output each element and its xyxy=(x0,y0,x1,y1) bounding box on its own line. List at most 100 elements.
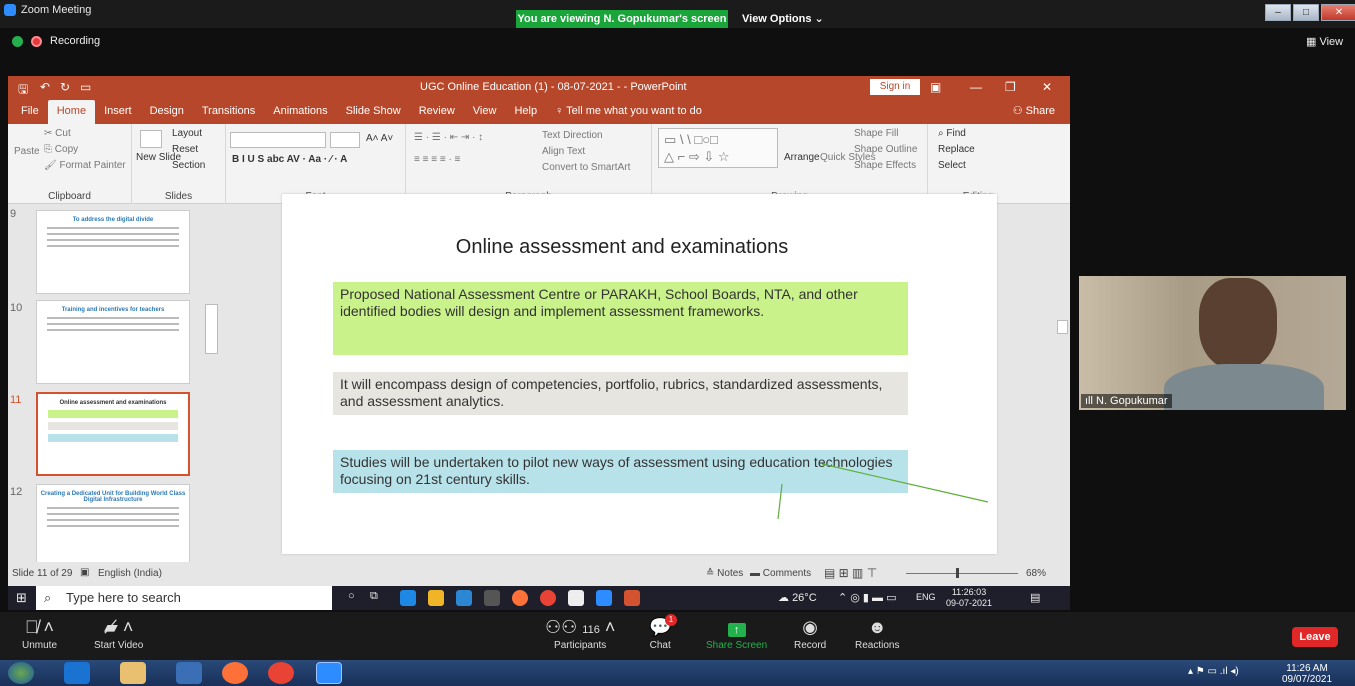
tab-insert[interactable]: Insert xyxy=(95,100,141,124)
chrome-icon[interactable] xyxy=(540,590,556,606)
taskbar-search[interactable]: Type here to search xyxy=(36,586,332,610)
shape-outline-button[interactable]: Shape Outline xyxy=(854,144,917,155)
reactions-button[interactable]: ☻ Reactions xyxy=(855,614,899,651)
tab-transitions[interactable]: Transitions xyxy=(193,100,264,124)
font-name-box[interactable] xyxy=(230,132,326,148)
copy-button[interactable]: ⎘ Copy xyxy=(44,144,78,155)
sign-in-button[interactable]: Sign in xyxy=(870,79,920,95)
powerpoint-icon[interactable] xyxy=(624,590,640,606)
reset-button[interactable]: Reset xyxy=(172,144,198,155)
grow-font-icon[interactable]: A˄ A˅ xyxy=(366,133,393,144)
text-format-icons[interactable]: B I U S abc AV · Aa · ⁄ · A xyxy=(232,154,347,165)
view-options-button[interactable]: View Options ⌄ xyxy=(742,10,824,28)
windows-start-icon[interactable]: ⊞ xyxy=(16,590,27,606)
tab-animations[interactable]: Animations xyxy=(264,100,336,124)
ppt-close-button[interactable]: ✕ xyxy=(1042,80,1052,94)
spellcheck-icon[interactable]: ▣ xyxy=(80,567,89,578)
notes-button[interactable]: ≙ Notes xyxy=(706,568,743,579)
layout-button[interactable]: Layout xyxy=(172,128,202,139)
tab-home[interactable]: Home xyxy=(47,100,96,124)
comments-button[interactable]: ▬ Comments xyxy=(750,568,811,579)
start-video-button[interactable]: ▰̸ ˄ Start Video xyxy=(94,614,143,651)
notification-icon[interactable]: ▤ xyxy=(1030,591,1040,604)
paste-button[interactable]: Paste xyxy=(14,146,40,157)
language-indicator[interactable]: English (India) xyxy=(98,568,162,579)
cortana-icon[interactable]: ○ xyxy=(348,590,355,602)
section-button[interactable]: Section xyxy=(172,160,205,171)
text-direction-button[interactable]: Text Direction xyxy=(542,130,603,141)
share-button[interactable]: ⚇ Share xyxy=(1004,100,1064,124)
shape-effects-button[interactable]: Shape Effects xyxy=(854,160,916,171)
presentation-icon[interactable]: ▭ xyxy=(80,80,91,94)
leave-button[interactable]: Leave xyxy=(1292,627,1338,647)
close-button[interactable]: ✕ xyxy=(1321,4,1355,21)
input-language[interactable]: ENG xyxy=(916,592,936,602)
scroll-thumb[interactable] xyxy=(205,304,218,354)
zoom-level[interactable]: 68% xyxy=(1026,568,1046,579)
share-screen-button[interactable]: ↑ Share Screen xyxy=(706,614,767,651)
view-mode-icons[interactable]: ▤ ⊞ ▥ ⊤ xyxy=(824,566,877,580)
zoom-slider-thumb[interactable] xyxy=(956,568,959,578)
folder-icon[interactable] xyxy=(120,662,146,684)
tell-me-search[interactable]: ♀ Tell me what you want to do xyxy=(546,100,711,124)
mail-icon[interactable] xyxy=(456,590,472,606)
host-clock[interactable]: 11:26 AM 09/07/2021 xyxy=(1282,663,1332,685)
tray-icons[interactable]: ⌃ ◎ ▮ ▬ ▭ xyxy=(838,591,897,604)
find-button[interactable]: ⌕ Find xyxy=(938,128,966,139)
ie-icon[interactable] xyxy=(64,662,90,684)
media-icon[interactable] xyxy=(176,662,202,684)
align-text-button[interactable]: Align Text xyxy=(542,146,585,157)
ppt-restore-button[interactable]: ❐ xyxy=(1005,80,1016,94)
minimize-button[interactable]: – xyxy=(1265,4,1291,21)
weather-temp[interactable]: ☁ 26°C xyxy=(778,591,817,604)
ribbon-display-icon[interactable]: ▣ xyxy=(930,80,941,94)
tray-icons[interactable]: ▴ ⚑ ▭ .ıl ◂) xyxy=(1188,666,1239,677)
chrome-icon[interactable] xyxy=(268,662,294,684)
undo-icon[interactable]: ↶ xyxy=(40,80,50,94)
unmute-button[interactable]: 🎙̸ ˄ Unmute xyxy=(22,614,57,651)
file-explorer-icon[interactable] xyxy=(428,590,444,606)
smartart-button[interactable]: Convert to SmartArt xyxy=(542,162,630,173)
tab-help[interactable]: Help xyxy=(505,100,546,124)
slide-thumbnail-11[interactable]: Online assessment and examinations xyxy=(36,392,190,476)
record-button[interactable]: ◉ Record xyxy=(794,614,826,651)
format-painter-button[interactable]: 🖌 Format Painter xyxy=(44,160,126,171)
taskbar-clock[interactable]: 11:26:03 09-07-2021 xyxy=(946,587,992,609)
select-button[interactable]: Select xyxy=(938,160,966,171)
tab-file[interactable]: File xyxy=(12,100,48,124)
tab-slide-show[interactable]: Slide Show xyxy=(337,100,410,124)
list-icons[interactable]: ☰ · ☰ · ⇤ ⇥ · ↕ xyxy=(414,132,483,143)
task-view-icon[interactable]: ⧉ xyxy=(370,590,378,603)
current-slide[interactable]: Online assessment and examinations Propo… xyxy=(282,194,997,554)
replace-button[interactable]: Replace xyxy=(938,144,975,155)
tab-review[interactable]: Review xyxy=(410,100,464,124)
slide-scrollbar[interactable] xyxy=(1055,204,1070,586)
maximize-button[interactable]: □ xyxy=(1293,4,1319,21)
cut-button[interactable]: ✂ Cut xyxy=(44,128,71,139)
slide-scroll-thumb[interactable] xyxy=(1057,320,1068,334)
store-icon[interactable] xyxy=(568,590,584,606)
slide-thumbnail-12[interactable]: Creating a Dedicated Unit for Building W… xyxy=(36,484,190,564)
shape-fill-button[interactable]: Shape Fill xyxy=(854,128,898,139)
app-icon[interactable] xyxy=(484,590,500,606)
firefox-icon[interactable] xyxy=(222,662,248,684)
tab-design[interactable]: Design xyxy=(141,100,193,124)
view-button[interactable]: ▦ View xyxy=(1306,35,1343,48)
zoom-icon[interactable] xyxy=(316,662,342,684)
firefox-icon[interactable] xyxy=(512,590,528,606)
participants-button[interactable]: ⚇⚇ 116 ˄ Participants xyxy=(545,614,615,651)
zoom-icon[interactable] xyxy=(596,590,612,606)
windows-start-orb-icon[interactable] xyxy=(8,662,34,684)
edge-icon[interactable] xyxy=(400,590,416,606)
align-icons[interactable]: ≡ ≡ ≡ ≡ · ≡ xyxy=(414,154,460,165)
slide-thumbnail-9[interactable]: To address the digital divide xyxy=(36,210,190,294)
font-size-box[interactable] xyxy=(330,132,360,148)
zoom-slider[interactable] xyxy=(906,573,1018,574)
tab-view[interactable]: View xyxy=(464,100,506,124)
participant-video[interactable]: ıll N. Gopukumar xyxy=(1079,276,1346,410)
thumbnail-scrollbar[interactable] xyxy=(204,204,219,586)
arrange-button[interactable]: Arrange xyxy=(784,152,820,163)
ppt-minimize-button[interactable]: — xyxy=(970,80,982,94)
redo-icon[interactable]: ↻ xyxy=(60,80,70,94)
slide-thumbnail-10[interactable]: Training and incentives for teachers xyxy=(36,300,190,384)
